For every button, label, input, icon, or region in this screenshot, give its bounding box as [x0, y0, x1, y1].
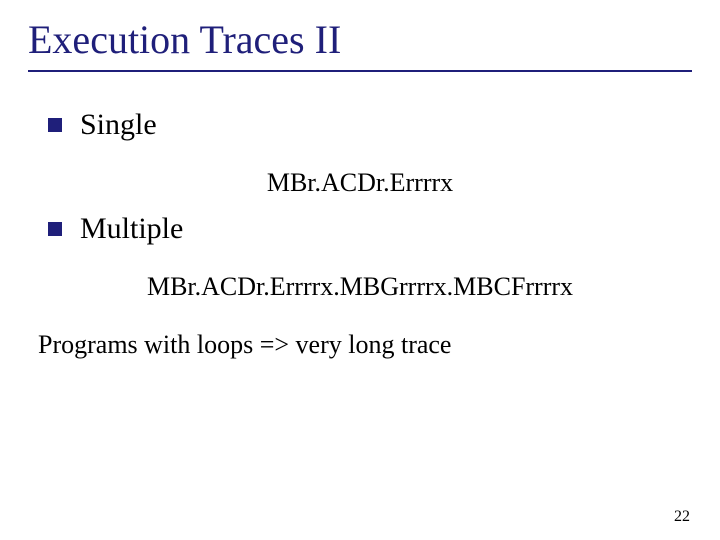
bullet-multiple: Multiple	[48, 212, 183, 246]
trace-multiple: MBr.ACDr.Errrrx.MBGrrrrx.MBCFrrrrx	[0, 272, 720, 302]
trace-single: MBr.ACDr.Errrrx	[0, 168, 720, 198]
square-bullet-icon	[48, 118, 62, 132]
square-bullet-icon	[48, 222, 62, 236]
bullet-multiple-label: Multiple	[80, 212, 183, 246]
title-underline	[28, 70, 692, 72]
slide: Execution Traces II Single MBr.ACDr.Errr…	[0, 0, 720, 540]
page-title: Execution Traces II	[28, 16, 341, 63]
bullet-single-label: Single	[80, 108, 157, 142]
page-number: 22	[674, 508, 690, 526]
bullet-single: Single	[48, 108, 157, 142]
note-text: Programs with loops => very long trace	[38, 330, 451, 360]
